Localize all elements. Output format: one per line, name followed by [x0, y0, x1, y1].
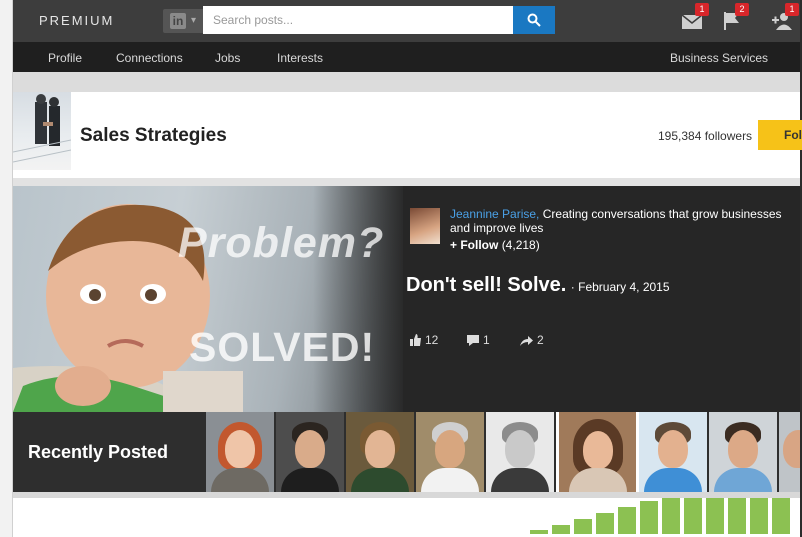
thumbnail-face: [435, 430, 465, 468]
author-avatar[interactable]: [410, 208, 440, 244]
share-count: 2: [537, 333, 544, 347]
nav-item-interests[interactable]: Interests: [277, 51, 323, 65]
channel-header: Sales Strategies 195,384 followers Follo…: [13, 92, 802, 178]
nav-item-connections[interactable]: Connections: [116, 51, 183, 65]
graphic-bar: [750, 498, 768, 534]
graphic-bar: [574, 519, 592, 534]
thumbnail-body: [421, 468, 479, 492]
author-follower-count: (4,218): [501, 238, 540, 252]
thumbnail-body: [644, 468, 702, 492]
thumbnail-face: [295, 430, 325, 468]
graphic-bar: [728, 498, 746, 534]
author-thumbnail[interactable]: [276, 412, 344, 492]
thumbnail-body: [351, 468, 409, 492]
chevron-down-icon: ▾: [191, 15, 197, 26]
thumbnail-face: [225, 430, 255, 468]
thumbnail-face: [582, 431, 613, 469]
graphic-bar: [530, 530, 548, 534]
secondary-nav: Profile Connections Jobs Interests Busin…: [13, 42, 800, 72]
thumbnail-body: [211, 468, 269, 492]
search-input[interactable]: [203, 6, 513, 34]
post-image[interactable]: Problem? SOLVED!: [13, 186, 403, 412]
thumbs-up-icon: [410, 334, 421, 346]
comment-count: 1: [483, 333, 490, 347]
author-thumbnail[interactable]: [709, 412, 777, 492]
author-name-link[interactable]: Jeannine Parise,: [450, 207, 539, 221]
graphic-bar: [640, 501, 658, 534]
like-count: 12: [425, 333, 439, 347]
comment-icon: [467, 335, 479, 346]
thumbnail-body: [491, 468, 549, 492]
nav-item-jobs[interactable]: Jobs: [215, 51, 240, 65]
share-button[interactable]: 2: [520, 333, 544, 347]
messages-button[interactable]: 1: [679, 3, 709, 33]
premium-brand[interactable]: PREMIUM: [39, 13, 114, 28]
followers-count: 195,384 followers: [658, 129, 753, 143]
graphic-bar: [772, 498, 790, 534]
author-thumbnail[interactable]: [346, 412, 414, 492]
comment-button[interactable]: 1: [467, 333, 490, 347]
channel-thumbnail: [13, 92, 71, 170]
post-title[interactable]: Don't sell! Solve.: [406, 274, 566, 296]
thumbnail-body: [281, 468, 339, 492]
thumbnail-face: [658, 430, 688, 468]
graphic-bar: [618, 507, 636, 534]
post-heading: Don't sell! Solve. · February 4, 2015: [406, 274, 670, 297]
graphic-bar: [662, 498, 680, 534]
meme-top-text: Problem?: [178, 219, 385, 267]
graphic-bar: [596, 513, 614, 534]
channel-title: Sales Strategies: [80, 125, 227, 146]
recently-posted-label: Recently Posted: [28, 442, 169, 462]
page-header-strip: [13, 72, 800, 92]
author-thumbnail-selected[interactable]: [556, 412, 639, 492]
nav-item-profile[interactable]: Profile: [48, 51, 82, 65]
follow-author-button[interactable]: + Follow: [450, 238, 498, 252]
search-icon: [527, 13, 541, 27]
notifications-button[interactable]: 2: [719, 3, 749, 33]
author-thumbnail[interactable]: [416, 412, 484, 492]
thumbnail-face: [728, 430, 758, 468]
author-thumbnail[interactable]: [639, 412, 707, 492]
recently-posted-strip: Recently Posted: [13, 412, 800, 492]
like-button[interactable]: 12: [410, 333, 438, 347]
thumbnail-body: [568, 468, 627, 492]
graphic-bar: [684, 498, 702, 534]
author-thumbnail[interactable]: [206, 412, 274, 492]
meme-bottom-text: SOLVED!: [189, 324, 376, 370]
post-date: · February 4, 2015: [570, 280, 670, 294]
author-thumbnail[interactable]: [779, 412, 800, 492]
invitations-badge: 1: [785, 3, 799, 16]
notifications-badge: 2: [735, 3, 749, 16]
window-left-edge: [0, 0, 13, 537]
nav-item-business-services[interactable]: Business Services: [670, 51, 768, 65]
section-divider: [13, 178, 800, 186]
thumbnail-face: [505, 430, 535, 468]
messages-badge: 1: [695, 3, 709, 16]
featured-post: Problem? SOLVED! Jeannine Parise, Creati…: [13, 186, 800, 412]
thumbnail-face: [783, 430, 800, 468]
signal-bars-graphic: [530, 498, 802, 537]
author-thumbnail[interactable]: [486, 412, 554, 492]
graphic-bar: [706, 498, 724, 534]
share-arrow-icon: [520, 336, 533, 346]
author-info: Jeannine Parise, Creating conversations …: [450, 207, 795, 235]
follow-channel-button[interactable]: Follow: [758, 120, 802, 150]
graphic-bar: [552, 525, 570, 534]
handshake-photo-icon: [13, 94, 71, 163]
thumbnail-body: [714, 468, 772, 492]
thumbnail-face: [365, 430, 395, 468]
follow-author: + Follow (4,218): [450, 238, 540, 252]
linkedin-logo-icon: in: [170, 13, 186, 29]
search-button[interactable]: [513, 6, 555, 34]
top-bar: PREMIUM in ▾ 1 2: [13, 0, 800, 42]
invitations-button[interactable]: 1: [769, 3, 799, 33]
